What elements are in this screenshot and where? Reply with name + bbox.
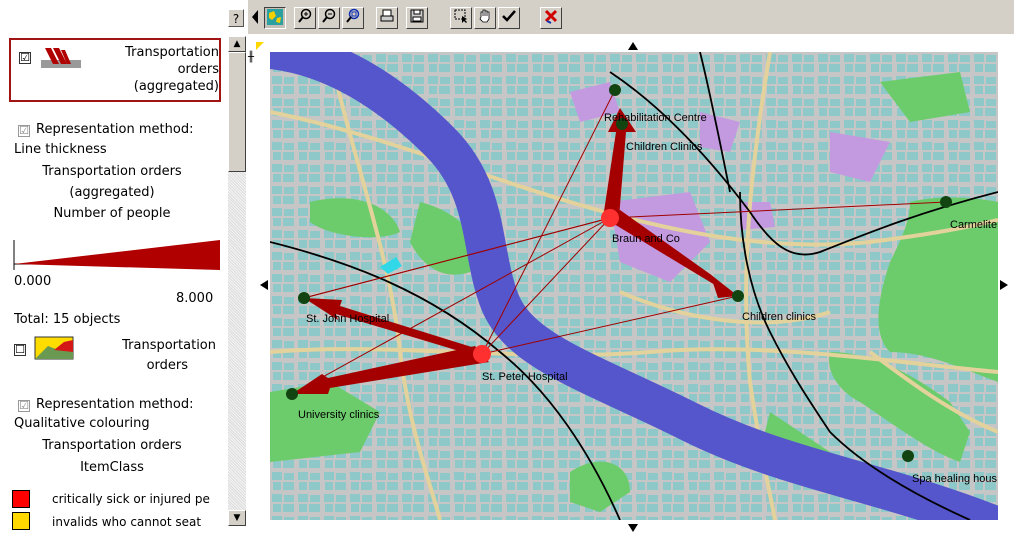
legend-list: ☑ Transportation orders (aggregated) ☑ R… bbox=[6, 34, 228, 540]
line-thickness-scale bbox=[13, 240, 220, 270]
label-children-clinics-east: Children clinics bbox=[742, 311, 816, 323]
save-button[interactable] bbox=[406, 7, 428, 29]
layer-title-line: (aggregated) bbox=[133, 79, 219, 94]
label-carmelite: Carmelite bbox=[950, 219, 997, 231]
representation-method-label: Representation method: bbox=[36, 122, 194, 137]
attribute-label: (aggregated) bbox=[69, 185, 155, 200]
rectangle-select-icon bbox=[454, 9, 467, 23]
collapse-panel-arrow-icon[interactable] bbox=[252, 10, 258, 24]
label-spa-healing-house: Spa healing hous bbox=[912, 473, 998, 485]
layer-title-line: orders bbox=[146, 358, 188, 373]
print-button[interactable] bbox=[376, 7, 398, 29]
class-color-swatch bbox=[12, 512, 30, 530]
map-view-button[interactable] bbox=[264, 7, 286, 29]
map-panel[interactable]: ╫ Rehabilitation Centre Children Clinics… bbox=[248, 34, 1014, 540]
right-arrow-icon bbox=[1000, 280, 1008, 290]
remove-layer-button[interactable] bbox=[540, 7, 562, 29]
hand-icon bbox=[479, 9, 490, 23]
legend-scrollbar[interactable]: ▲ ▼ bbox=[228, 36, 246, 526]
label-children-clinics-north: Children Clinics bbox=[626, 141, 703, 153]
hub-braun-and-co bbox=[601, 209, 619, 227]
layer-title-line: Transportation bbox=[125, 45, 219, 60]
zoom-out-button[interactable] bbox=[318, 7, 340, 29]
object-count: Total: 15 objects bbox=[14, 312, 121, 327]
corner-marker-icon bbox=[256, 42, 264, 50]
checkmark-icon bbox=[502, 10, 516, 22]
scroll-thumb[interactable] bbox=[228, 52, 246, 172]
zoom-out-icon bbox=[322, 8, 336, 23]
layer-title-line: orders bbox=[177, 62, 219, 77]
zoom-fit-icon bbox=[346, 8, 360, 23]
pan-button[interactable] bbox=[474, 7, 496, 29]
hub-st-peter-hospital bbox=[473, 345, 491, 363]
label-braun-and-co: Braun and Co bbox=[612, 233, 680, 245]
layer-title-line: Transportation bbox=[122, 338, 216, 353]
representation-checkbox[interactable]: ☑ bbox=[18, 400, 30, 412]
label-st-peter-hospital: St. Peter Hospital bbox=[482, 371, 568, 383]
bottom-arrow-icon bbox=[628, 524, 638, 532]
label-rehabilitation-centre: Rehabilitation Centre bbox=[604, 112, 707, 124]
resize-handle-icon[interactable]: ╫ bbox=[248, 52, 254, 63]
zoom-in-button[interactable] bbox=[294, 7, 316, 29]
layer-item-transportation-orders-aggregated[interactable]: ☑ Transportation orders (aggregated) bbox=[9, 38, 221, 102]
red-cross-icon bbox=[544, 9, 558, 24]
floppy-disk-icon bbox=[410, 9, 424, 23]
qualitative-layer-icon bbox=[34, 336, 74, 360]
zoom-in-icon bbox=[298, 8, 312, 23]
confirm-button[interactable] bbox=[498, 7, 520, 29]
representation-method-label: Representation method: bbox=[36, 397, 194, 412]
layer-visibility-checkbox[interactable]: ☑ bbox=[19, 52, 31, 64]
scale-max-label: 8.000 bbox=[176, 291, 214, 306]
globe-icon bbox=[267, 9, 283, 25]
attribute-label: ItemClass bbox=[80, 460, 144, 475]
scroll-down-button[interactable]: ▼ bbox=[228, 510, 246, 526]
class-label: critically sick or injured pe bbox=[52, 492, 210, 506]
representation-checkbox[interactable]: ☑ bbox=[18, 125, 30, 137]
top-arrow-icon bbox=[628, 42, 638, 50]
select-button[interactable] bbox=[450, 7, 472, 29]
printer-icon bbox=[380, 9, 394, 22]
representation-method-value: Qualitative colouring bbox=[14, 416, 150, 431]
label-st-john-hospital: St. John Hospital bbox=[306, 313, 389, 325]
layer-visibility-checkbox[interactable]: ☐ bbox=[14, 344, 26, 356]
map-toolbar bbox=[248, 0, 1014, 34]
scroll-up-button[interactable]: ▲ bbox=[228, 36, 246, 52]
class-color-swatch bbox=[12, 490, 30, 508]
zoom-fit-button[interactable] bbox=[342, 7, 364, 29]
scale-min-label: 0.000 bbox=[14, 274, 52, 289]
label-university-clinics: University clinics bbox=[298, 409, 380, 421]
line-thickness-layer-icon bbox=[41, 48, 81, 68]
city-map[interactable]: Rehabilitation Centre Children Clinics B… bbox=[270, 52, 998, 520]
legend-panel: ? ☑ Transportation orders (aggregated) ☑… bbox=[0, 0, 250, 540]
left-arrow-icon bbox=[260, 280, 268, 290]
representation-method-value: Line thickness bbox=[14, 142, 107, 157]
class-label: invalids who cannot seat bbox=[52, 515, 202, 529]
help-button[interactable]: ? bbox=[228, 9, 244, 27]
attribute-label: Number of people bbox=[53, 206, 171, 221]
attribute-label: Transportation orders bbox=[42, 438, 182, 453]
attribute-label: Transportation orders bbox=[42, 164, 182, 179]
